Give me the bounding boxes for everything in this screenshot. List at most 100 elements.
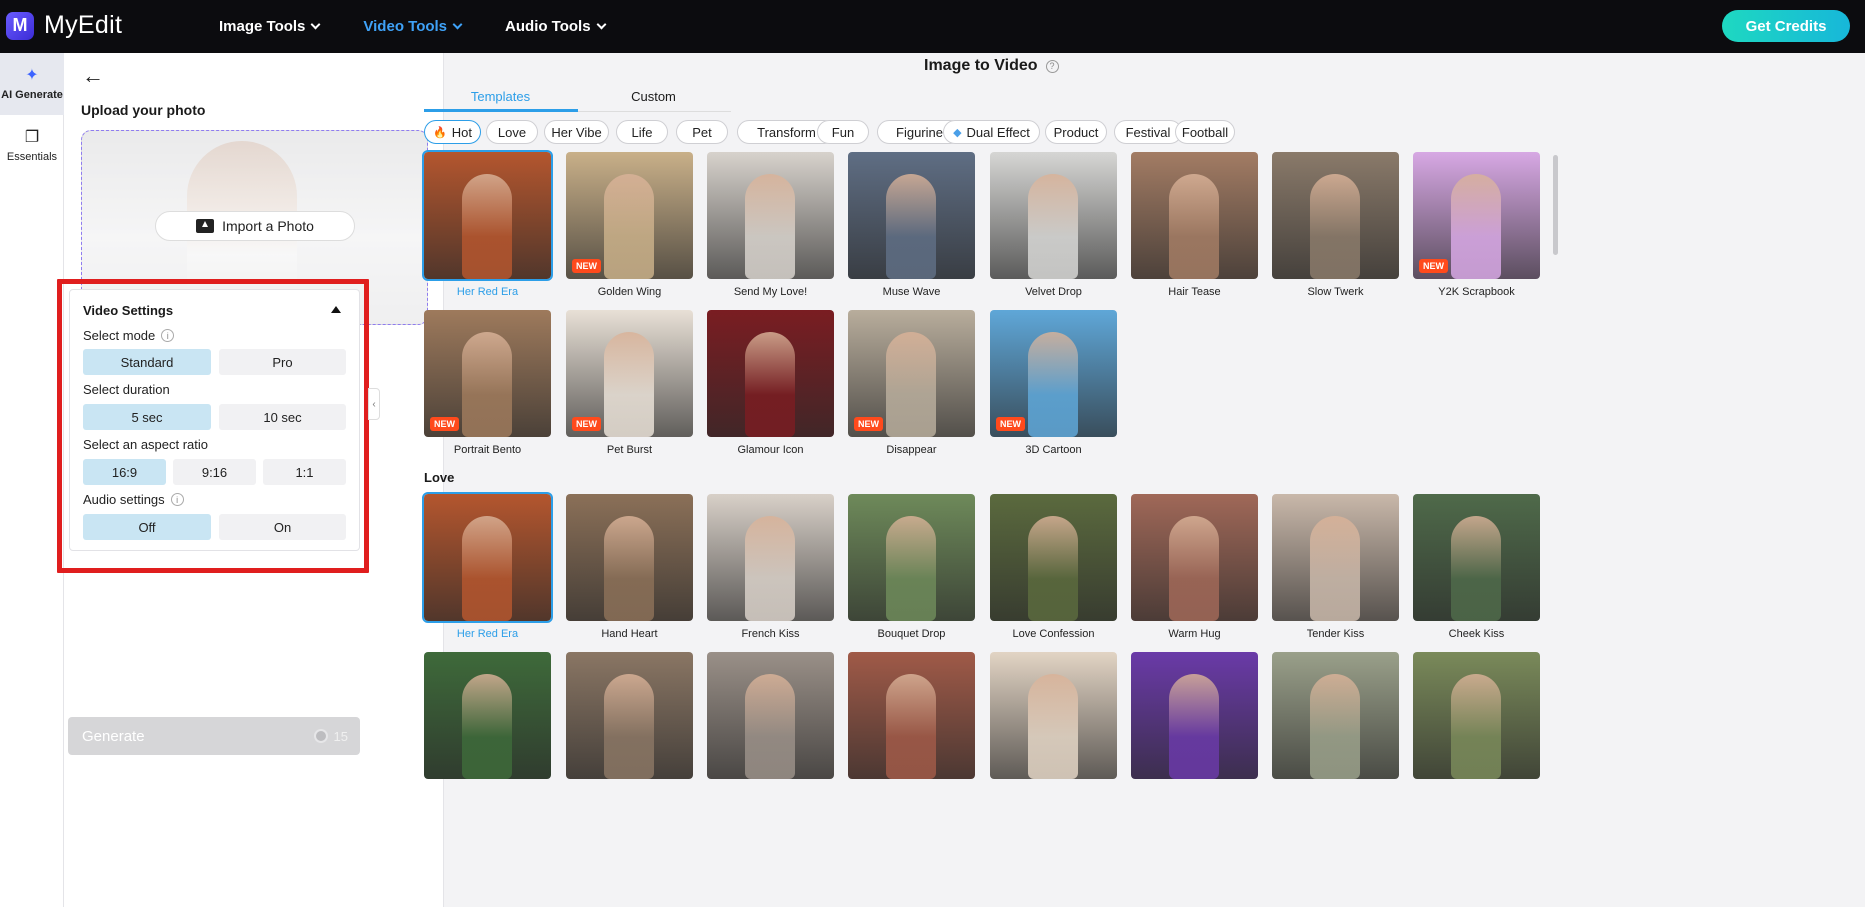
template-thumbnail[interactable] bbox=[422, 492, 553, 623]
duration-5-button[interactable]: 5 sec bbox=[83, 404, 211, 430]
template-card[interactable]: Glamour Icon bbox=[707, 310, 834, 456]
template-card[interactable]: NEW Pet Burst bbox=[566, 310, 693, 456]
info-icon[interactable]: i bbox=[170, 493, 184, 506]
tab-templates[interactable]: Templates bbox=[424, 89, 577, 104]
template-thumbnail[interactable] bbox=[707, 152, 834, 279]
template-thumbnail[interactable] bbox=[1272, 652, 1399, 779]
template-thumbnail[interactable] bbox=[424, 652, 551, 779]
template-thumbnail[interactable]: NEW bbox=[424, 310, 551, 437]
audio-off-button[interactable]: Off bbox=[83, 514, 211, 540]
chip-dual-effect[interactable]: ◆ Dual Effect bbox=[943, 120, 1040, 144]
template-thumbnail[interactable]: NEW bbox=[566, 152, 693, 279]
aspect-16-9-button[interactable]: 16:9 bbox=[83, 459, 166, 485]
panel-collapse-toggle[interactable]: ‹ bbox=[368, 388, 380, 420]
template-card[interactable]: Hair Tease bbox=[1131, 152, 1258, 298]
template-card[interactable] bbox=[1413, 652, 1540, 779]
chip-her-vibe[interactable]: Her Vibe bbox=[544, 120, 609, 144]
template-thumbnail[interactable] bbox=[848, 652, 975, 779]
template-card[interactable]: Send My Love! bbox=[707, 152, 834, 298]
template-thumbnail[interactable] bbox=[566, 652, 693, 779]
template-thumbnail[interactable]: NEW bbox=[848, 310, 975, 437]
import-photo-button[interactable]: Import a Photo bbox=[155, 211, 355, 241]
template-thumbnail[interactable] bbox=[990, 652, 1117, 779]
chip-product[interactable]: Product bbox=[1045, 120, 1107, 144]
template-thumbnail[interactable] bbox=[1272, 494, 1399, 621]
help-icon[interactable]: ? bbox=[1045, 59, 1059, 73]
template-thumbnail[interactable] bbox=[707, 494, 834, 621]
template-thumbnail[interactable] bbox=[1413, 494, 1540, 621]
chip-fun[interactable]: Fun bbox=[817, 120, 869, 144]
template-thumbnail[interactable] bbox=[990, 152, 1117, 279]
figure-silhouette bbox=[886, 516, 936, 621]
template-card[interactable]: Cheek Kiss bbox=[1413, 494, 1540, 640]
template-card[interactable]: NEW 3D Cartoon bbox=[990, 310, 1117, 456]
aspect-9-16-button[interactable]: 9:16 bbox=[173, 459, 256, 485]
template-card[interactable]: Slow Twerk bbox=[1272, 152, 1399, 298]
template-card[interactable] bbox=[990, 652, 1117, 779]
template-thumbnail[interactable] bbox=[707, 310, 834, 437]
credit-cost: 15 bbox=[313, 727, 348, 745]
app-logo[interactable]: M MyEdit bbox=[6, 11, 122, 40]
chip-pet[interactable]: Pet bbox=[676, 120, 728, 144]
scrollbar[interactable] bbox=[1553, 155, 1558, 255]
collapse-caret-icon[interactable] bbox=[331, 306, 341, 313]
template-card[interactable]: Bouquet Drop bbox=[848, 494, 975, 640]
template-card[interactable] bbox=[848, 652, 975, 779]
aspect-1-1-button[interactable]: 1:1 bbox=[263, 459, 346, 485]
tab-custom[interactable]: Custom bbox=[577, 89, 730, 104]
template-thumbnail[interactable] bbox=[990, 494, 1117, 621]
mode-pro-button[interactable]: Pro bbox=[219, 349, 346, 375]
template-card[interactable]: French Kiss bbox=[707, 494, 834, 640]
template-card[interactable]: Warm Hug bbox=[1131, 494, 1258, 640]
new-badge: NEW bbox=[430, 417, 459, 431]
figure-silhouette bbox=[745, 174, 795, 279]
template-card[interactable]: NEW Golden Wing bbox=[566, 152, 693, 298]
chip-football[interactable]: Football bbox=[1175, 120, 1235, 144]
template-card[interactable]: NEW Y2K Scrapbook bbox=[1413, 152, 1540, 298]
chip-festival[interactable]: Festival bbox=[1114, 120, 1182, 144]
chip-love[interactable]: Love bbox=[486, 120, 538, 144]
template-thumbnail[interactable] bbox=[1131, 152, 1258, 279]
template-thumbnail[interactable]: NEW bbox=[1413, 152, 1540, 279]
template-thumbnail[interactable] bbox=[707, 652, 834, 779]
template-card[interactable]: Muse Wave bbox=[848, 152, 975, 298]
template-thumbnail[interactable] bbox=[848, 152, 975, 279]
mode-standard-button[interactable]: Standard bbox=[83, 349, 211, 375]
template-card[interactable]: Tender Kiss bbox=[1272, 494, 1399, 640]
template-card[interactable]: Love Confession bbox=[990, 494, 1117, 640]
template-thumbnail[interactable] bbox=[422, 150, 553, 281]
template-card[interactable]: NEW Disappear bbox=[848, 310, 975, 456]
template-thumbnail[interactable] bbox=[1131, 494, 1258, 621]
template-thumbnail[interactable]: NEW bbox=[990, 310, 1117, 437]
template-card[interactable] bbox=[707, 652, 834, 779]
template-card[interactable] bbox=[424, 652, 551, 779]
template-card[interactable]: Her Red Era bbox=[422, 150, 553, 298]
rail-item-essentials[interactable]: ❐ Essentials bbox=[0, 115, 64, 177]
back-arrow-icon[interactable]: ← bbox=[82, 63, 104, 89]
generate-button[interactable]: Generate 15 bbox=[68, 717, 360, 755]
template-card[interactable] bbox=[1272, 652, 1399, 779]
upload-icon bbox=[196, 219, 215, 233]
nav-video-tools[interactable]: Video Tools bbox=[363, 18, 463, 35]
chip-life[interactable]: Life bbox=[616, 120, 668, 144]
template-card[interactable]: NEW Portrait Bento bbox=[424, 310, 551, 456]
template-card[interactable] bbox=[1131, 652, 1258, 779]
template-thumbnail[interactable] bbox=[1413, 652, 1540, 779]
info-icon[interactable]: i bbox=[161, 329, 175, 342]
template-card[interactable]: Hand Heart bbox=[566, 494, 693, 640]
duration-10-button[interactable]: 10 sec bbox=[219, 404, 346, 430]
get-credits-button[interactable]: Get Credits bbox=[1722, 10, 1850, 42]
template-thumbnail[interactable]: NEW bbox=[566, 310, 693, 437]
template-card[interactable] bbox=[566, 652, 693, 779]
nav-audio-tools[interactable]: Audio Tools bbox=[505, 18, 607, 35]
template-thumbnail[interactable] bbox=[566, 494, 693, 621]
template-card[interactable]: Velvet Drop bbox=[990, 152, 1117, 298]
audio-on-button[interactable]: On bbox=[219, 514, 346, 540]
chip-hot[interactable]: 🔥 Hot bbox=[424, 120, 481, 144]
template-thumbnail[interactable] bbox=[1131, 652, 1258, 779]
template-thumbnail[interactable] bbox=[848, 494, 975, 621]
nav-image-tools[interactable]: Image Tools bbox=[219, 18, 321, 35]
template-thumbnail[interactable] bbox=[1272, 152, 1399, 279]
template-card[interactable]: Her Red Era bbox=[422, 492, 553, 640]
rail-item-ai-generate[interactable]: ✦ AI Generate bbox=[0, 53, 64, 115]
